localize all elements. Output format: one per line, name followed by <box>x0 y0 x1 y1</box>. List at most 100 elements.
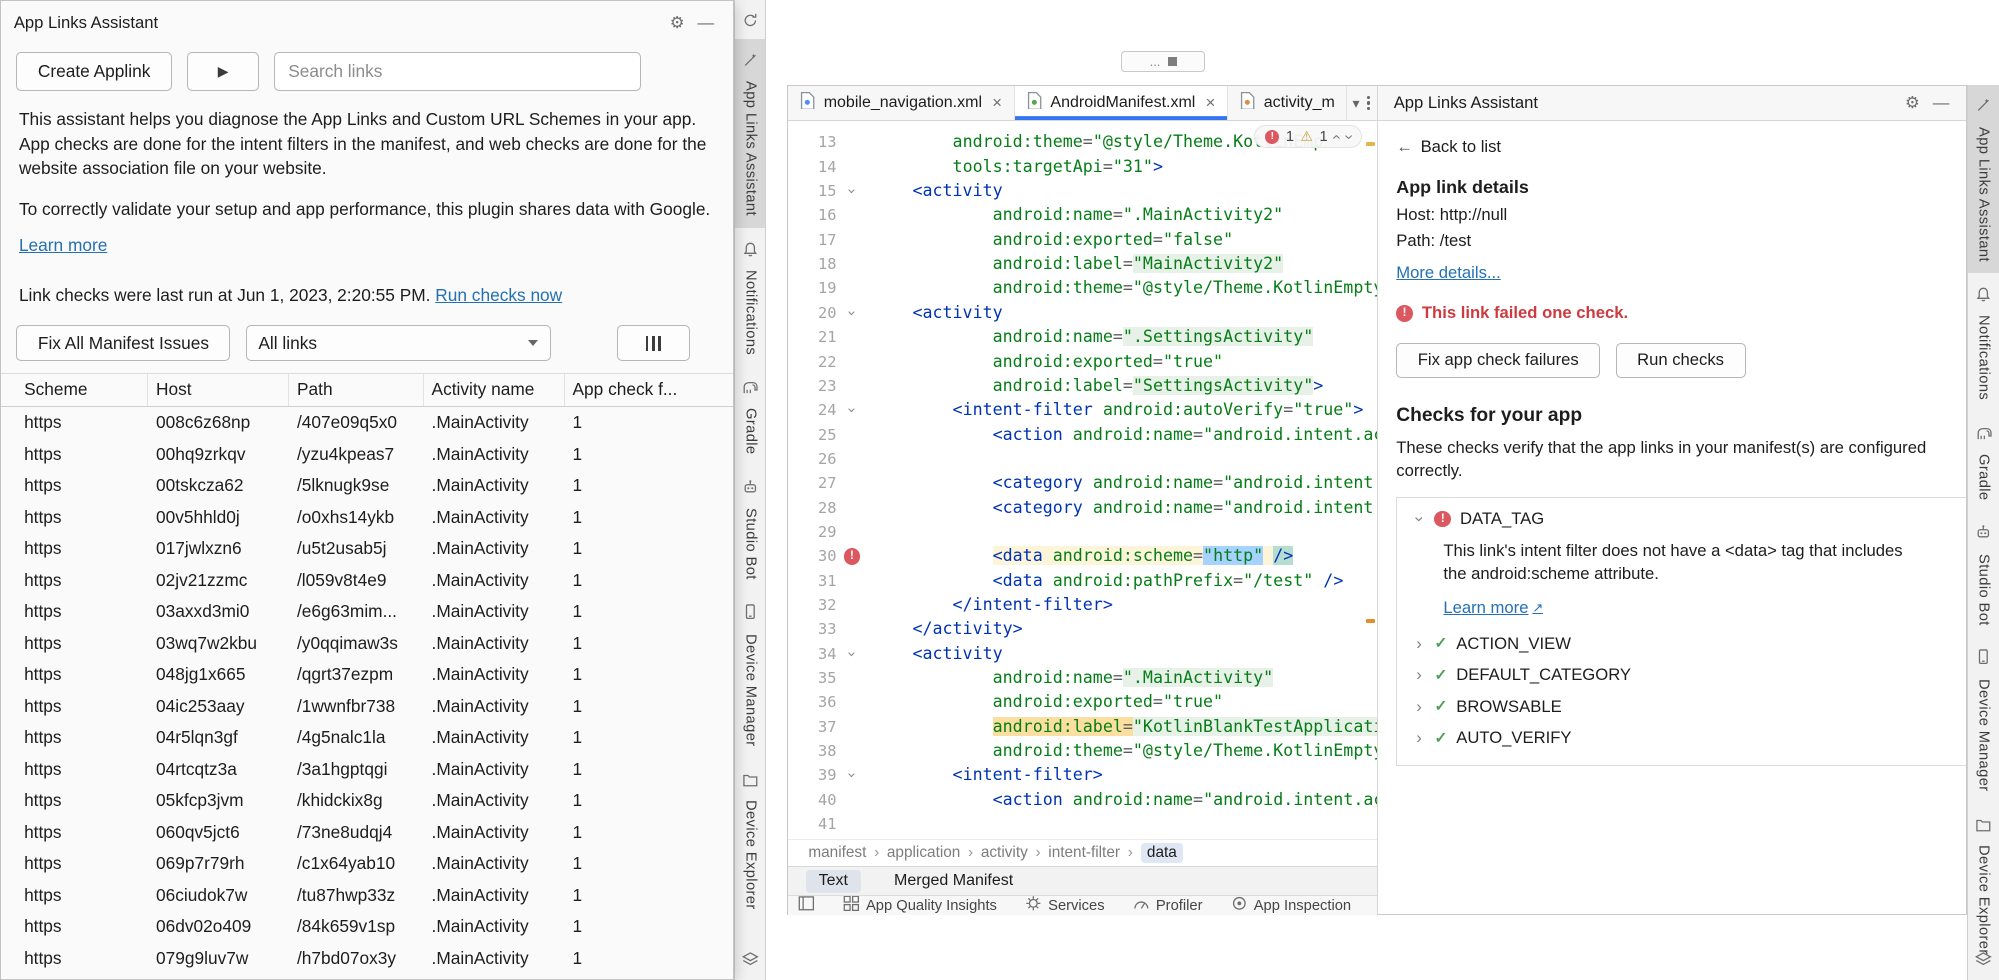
links-filter-dropdown[interactable]: All links <box>246 325 551 361</box>
tool-strip-item-app-links-assistant[interactable]: App Links Assistant <box>735 39 765 227</box>
panel-minimize-icon[interactable]: — <box>1926 93 1955 113</box>
tool-windows-icon[interactable] <box>798 895 815 914</box>
check-data-tag[interactable]: › ! DATA_TAG <box>1413 509 1966 529</box>
tool-strip-item-device-manager[interactable]: Device Manager <box>735 592 765 758</box>
breadcrumb-item[interactable]: manifest <box>808 844 866 862</box>
table-row[interactable]: https00v5hhld0j/o0xhs14ykb.MainActivity1 <box>1 501 733 533</box>
tool-strip-item-gradle[interactable]: Gradle <box>1968 412 1999 512</box>
column-header[interactable]: Path <box>289 374 424 406</box>
table-row[interactable]: https00tskcza62/5lknugk9se.MainActivity1 <box>1 470 733 502</box>
close-icon[interactable]: × <box>992 93 1002 113</box>
bottom-bar-item-app-quality-insights[interactable]: App Quality Insights <box>843 895 997 914</box>
breadcrumb-item[interactable]: application <box>887 844 960 862</box>
warning-stripe-mark[interactable] <box>1366 142 1375 146</box>
fix-all-manifest-issues-button[interactable]: Fix All Manifest Issues <box>16 325 230 361</box>
tab-mobile-navigation-xml[interactable]: mobile_navigation.xml× <box>788 86 1015 121</box>
check-passed-icon: ✓ <box>1434 729 1447 748</box>
line-number: 28 <box>788 496 842 520</box>
run-checks-now-link[interactable]: Run checks now <box>435 285 562 305</box>
table-cell: 1 <box>565 444 733 465</box>
fix-app-check-failures-button[interactable]: Fix app check failures <box>1396 343 1600 379</box>
tool-strip-item-device-explorer[interactable]: Device Explorer <box>1968 803 1999 966</box>
gradle-icon <box>1975 423 1993 447</box>
table-row[interactable]: https05kfcp3jvm/khidckix8g.MainActivity1 <box>1 785 733 817</box>
table-cell: https <box>1 885 148 906</box>
tool-strip-item-notifications[interactable]: Notifications <box>1968 273 1999 412</box>
view-tab-text[interactable]: Text <box>806 870 861 893</box>
tab-activity-m[interactable]: activity_m <box>1228 86 1348 121</box>
fold-chevron-icon[interactable]: › <box>842 642 863 666</box>
table-row[interactable]: https060qv5jct6/73ne8udqj4.MainActivity1 <box>1 816 733 848</box>
tool-strip-item-studio-bot[interactable]: Studio Bot <box>735 466 765 591</box>
next-issue-icon[interactable]: › <box>1339 134 1357 139</box>
table-row[interactable]: https06dv02o409/84k659v1sp.MainActivity1 <box>1 911 733 943</box>
table-cell: 1 <box>565 664 733 685</box>
check-learn-more-link[interactable]: Learn more ↗ <box>1443 598 1543 618</box>
check-action-view[interactable]: ›✓ACTION_VIEW <box>1413 634 1966 654</box>
tool-strip-item-device-manager[interactable]: Device Manager <box>1968 637 1999 803</box>
check-default-category[interactable]: ›✓DEFAULT_CATEGORY <box>1413 665 1966 685</box>
close-icon[interactable]: × <box>1206 93 1216 113</box>
table-row[interactable]: https03axxd3mi0/e6g63mim....MainActivity… <box>1 596 733 628</box>
restore-icon[interactable] <box>742 10 759 34</box>
bottom-bar-item-app-inspection[interactable]: App Inspection <box>1231 895 1351 914</box>
chevron-right-icon: › <box>1413 697 1426 717</box>
fold-chevron-icon[interactable]: › <box>842 301 863 325</box>
table-row[interactable]: https069p7r79rh/c1x64yab10.MainActivity1 <box>1 848 733 880</box>
table-row[interactable]: https079g9luv7w/h7bd07ox3y.MainActivity1 <box>1 943 733 975</box>
table-row[interactable]: https048jg1x665/qgrt37ezpm.MainActivity1 <box>1 659 733 691</box>
hidden-tabs-chevron-icon[interactable]: ▾ <box>1347 95 1364 112</box>
view-tab-merged-manifest[interactable]: Merged Manifest <box>881 870 1026 893</box>
fold-chevron-icon[interactable]: › <box>842 763 863 787</box>
check-auto-verify[interactable]: ›✓AUTO_VERIFY <box>1413 728 1966 748</box>
inspections-widget[interactable]: ! 1 ⚠ 1 › › <box>1254 125 1362 148</box>
error-stripe-mark[interactable] <box>1366 619 1375 623</box>
breadcrumb-item[interactable]: intent-filter <box>1048 844 1120 862</box>
fold-chevron-icon[interactable]: › <box>842 398 863 422</box>
column-header[interactable]: App check f... <box>565 374 733 406</box>
tool-strip-item-device-explorer[interactable]: Device Explorer <box>735 758 765 921</box>
fold-chevron-icon[interactable]: › <box>842 179 863 203</box>
tool-strip-item-studio-bot[interactable]: Studio Bot <box>1968 512 1999 637</box>
more-details-link[interactable]: More details... <box>1396 263 1501 282</box>
table-row[interactable]: https04rtcqtz3a/3a1hgptqgi.MainActivity1 <box>1 753 733 785</box>
configure-columns-button[interactable] <box>617 325 690 361</box>
table-row[interactable]: https00hq9zrkqv/yzu4kpeas7.MainActivity1 <box>1 438 733 470</box>
run-checks-button[interactable]: Run checks <box>1616 343 1746 379</box>
column-header[interactable]: Host <box>148 374 289 406</box>
learn-more-link[interactable]: Learn more <box>19 235 107 255</box>
tool-strip-item-notifications[interactable]: Notifications <box>735 228 765 367</box>
table-cell: 1 <box>565 790 733 811</box>
table-row[interactable]: https008c6z68np/407e09q5x0.MainActivity1 <box>1 407 733 439</box>
bottom-bar-item-services[interactable]: Services <box>1025 895 1105 914</box>
table-row[interactable]: https06ciudok7w/tu87hwp33z.MainActivity1 <box>1 879 733 911</box>
run-button[interactable]: ▶ <box>187 52 259 90</box>
column-header[interactable]: Scheme <box>1 374 148 406</box>
tool-strip-item-app-links-assistant[interactable]: App Links Assistant <box>1968 85 1999 273</box>
table-row[interactable]: https017jwlxzn6/u5t2usab5j.MainActivity1 <box>1 533 733 565</box>
breadcrumb-item[interactable]: activity <box>981 844 1028 862</box>
line-number: 32 <box>788 593 842 617</box>
tab-androidmanifest-xml[interactable]: AndroidManifest.xml× <box>1015 86 1228 121</box>
error-gutter-icon[interactable]: ! <box>842 548 863 565</box>
panel-gear-icon[interactable]: ⚙ <box>1899 93 1927 113</box>
create-applink-button[interactable]: Create Applink <box>16 52 172 90</box>
gear-icon[interactable]: ⚙ <box>663 13 691 33</box>
code-editor[interactable]: 13 android:theme="@style/Theme.KotlinEmp… <box>788 121 1377 839</box>
table-row[interactable]: https04r5lqn3gf/4g5nalc1la.MainActivity1 <box>1 722 733 754</box>
table-row[interactable]: https03wq7w2kbu/y0qqimaw3s.MainActivity1 <box>1 627 733 659</box>
search-links-input[interactable] <box>274 52 641 90</box>
bottom-bar-item-profiler[interactable]: Profiler <box>1133 895 1203 914</box>
table-row[interactable]: https02jv21zzmc/l059v8t4e9.MainActivity1 <box>1 564 733 596</box>
tool-strip-item-gradle[interactable]: Gradle <box>735 366 765 466</box>
layers-icon[interactable] <box>1968 951 1999 968</box>
table-row[interactable]: https04ic253aay/1wwnfbr738.MainActivity1 <box>1 690 733 722</box>
column-header[interactable]: Activity name <box>424 374 565 406</box>
services-icon <box>1025 895 1042 914</box>
layers-icon[interactable] <box>735 951 765 968</box>
breadcrumb-item[interactable]: data <box>1141 843 1184 864</box>
back-to-list-link[interactable]: ← Back to list <box>1396 137 1948 157</box>
check-browsable[interactable]: ›✓BROWSABLE <box>1413 697 1966 717</box>
minimize-icon[interactable]: — <box>691 13 720 33</box>
check-passed-icon: ✓ <box>1434 634 1447 653</box>
